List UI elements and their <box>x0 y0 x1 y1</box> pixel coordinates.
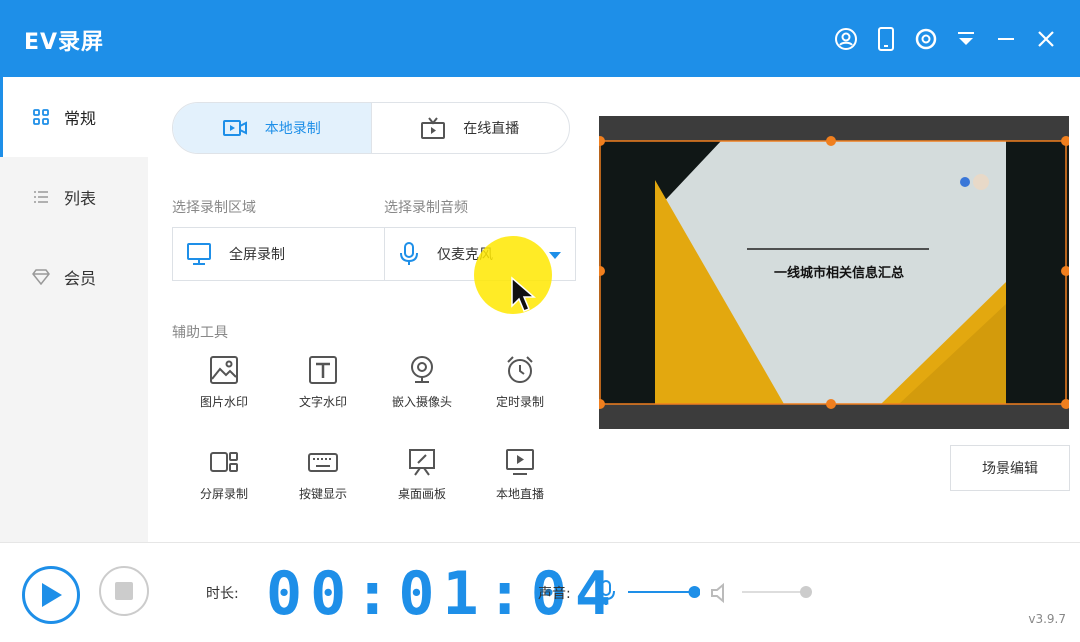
sidebar-item-label: 常规 <box>64 109 97 128</box>
app-title: EV录屏 <box>24 30 105 55</box>
region-value: 全屏录制 <box>229 247 285 263</box>
monitor-icon <box>187 243 211 265</box>
grid-icon <box>32 108 50 126</box>
easel-icon <box>409 449 435 476</box>
keyboard-icon <box>308 453 338 472</box>
tool-split-screen[interactable]: 分屏录制 <box>174 447 274 502</box>
play-button[interactable] <box>22 566 80 624</box>
video-camera-icon <box>222 120 247 136</box>
tab-online-live[interactable]: 在线直播 <box>370 103 570 153</box>
sidebar-item-general[interactable]: 常规 <box>0 77 148 157</box>
microphone-icon[interactable] <box>596 580 616 606</box>
tool-image-watermark[interactable]: 图片水印 <box>174 355 274 410</box>
play-icon <box>42 583 62 607</box>
tab-label: 在线直播 <box>463 121 520 137</box>
tool-desktop-board[interactable]: 桌面画板 <box>372 447 472 502</box>
monitor-play-icon <box>506 449 534 475</box>
mouse-cursor-icon <box>511 276 536 312</box>
speaker-volume-slider[interactable] <box>740 582 814 602</box>
sidebar-item-membership[interactable]: 会员 <box>0 237 148 317</box>
tab-label: 本地录制 <box>264 121 321 137</box>
speaker-icon[interactable] <box>709 581 733 605</box>
recording-preview[interactable]: 一线城市相关信息汇总 <box>595 116 1071 429</box>
microphone-icon <box>400 242 418 265</box>
tools-label: 辅助工具 <box>172 325 228 341</box>
list-icon <box>32 188 50 206</box>
chevron-down-icon <box>549 252 561 259</box>
audio-label: 选择录制音频 <box>384 200 468 216</box>
split-screen-icon <box>210 452 238 472</box>
diamond-icon <box>32 268 50 286</box>
tool-text-watermark[interactable]: 文字水印 <box>273 355 373 410</box>
stop-icon <box>115 582 133 600</box>
title-bar: EV录屏 <box>0 0 1080 77</box>
tool-key-display[interactable]: 按键显示 <box>273 447 373 502</box>
tool-local-live[interactable]: 本地直播 <box>470 447 570 502</box>
webcam-icon <box>411 356 433 383</box>
version-label: v3.9.7 <box>1028 612 1066 626</box>
mode-tabs: 本地录制 在线直播 <box>172 102 570 154</box>
image-icon <box>210 356 238 384</box>
sidebar: 常规 列表 会员 <box>0 77 148 542</box>
slide-title: 一线城市相关信息汇总 <box>773 266 904 281</box>
user-icon[interactable] <box>826 24 866 54</box>
scene-edit-button[interactable]: 场景编辑 <box>950 445 1070 491</box>
duration-label: 时长: <box>206 586 239 602</box>
menu-dropdown-icon[interactable] <box>946 24 986 54</box>
text-icon <box>309 356 337 384</box>
sound-label: 声音: <box>538 586 571 602</box>
sidebar-item-label: 会员 <box>64 269 97 288</box>
region-label: 选择录制区域 <box>172 200 256 216</box>
alarm-clock-icon <box>507 356 533 383</box>
tv-icon <box>421 117 446 139</box>
bottom-bar: 时长: 00:01:04 声音: v3.9.7 <box>0 542 1080 642</box>
sidebar-item-list[interactable]: 列表 <box>0 157 148 237</box>
minimize-icon[interactable] <box>986 24 1026 54</box>
tab-local-record[interactable]: 本地录制 <box>173 103 371 153</box>
settings-icon[interactable] <box>906 24 946 54</box>
close-icon[interactable] <box>1026 24 1066 54</box>
stop-button[interactable] <box>99 566 149 616</box>
phone-icon[interactable] <box>866 24 906 54</box>
tool-webcam[interactable]: 嵌入摄像头 <box>372 355 472 410</box>
mic-volume-slider[interactable] <box>626 582 700 602</box>
tool-scheduled-record[interactable]: 定时录制 <box>470 355 570 410</box>
sidebar-item-label: 列表 <box>64 189 97 208</box>
